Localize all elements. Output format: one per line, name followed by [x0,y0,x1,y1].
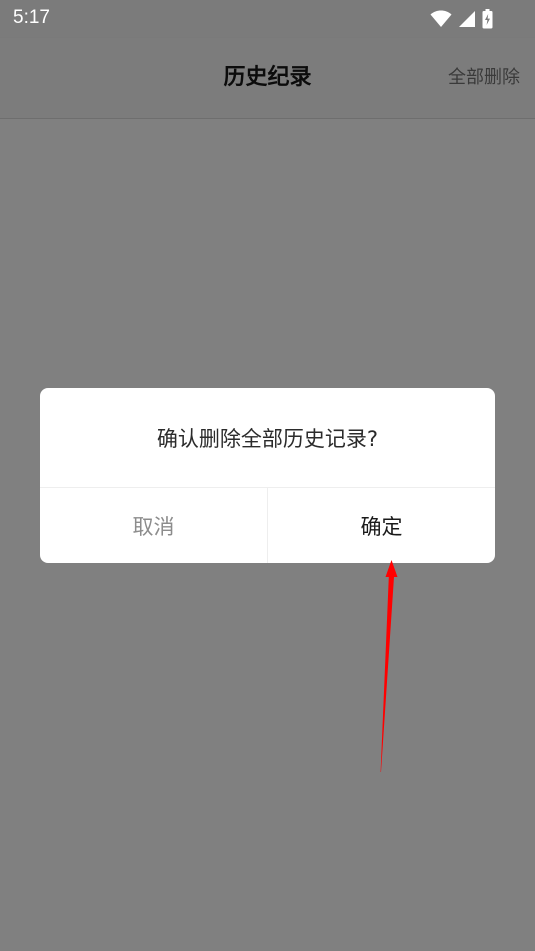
annotation-arrow [380,560,398,772]
status-time: 5:17 [13,7,50,28]
dialog-buttons: 取消 确定 [40,488,495,563]
dialog-message: 确认删除全部历史记录? [40,388,495,488]
status-icons [430,8,493,30]
battery-charging-icon [482,9,493,29]
cancel-button[interactable]: 取消 [40,488,268,563]
status-bar: 5:17 [0,0,535,38]
wifi-icon [430,10,452,28]
cell-signal-icon [458,10,476,28]
confirm-dialog: 确认删除全部历史记录? 取消 确定 [40,388,495,563]
confirm-button[interactable]: 确定 [268,488,495,563]
app-bar: 历史纪录 全部删除 [0,38,535,119]
delete-all-button[interactable]: 全部删除 [448,66,520,90]
